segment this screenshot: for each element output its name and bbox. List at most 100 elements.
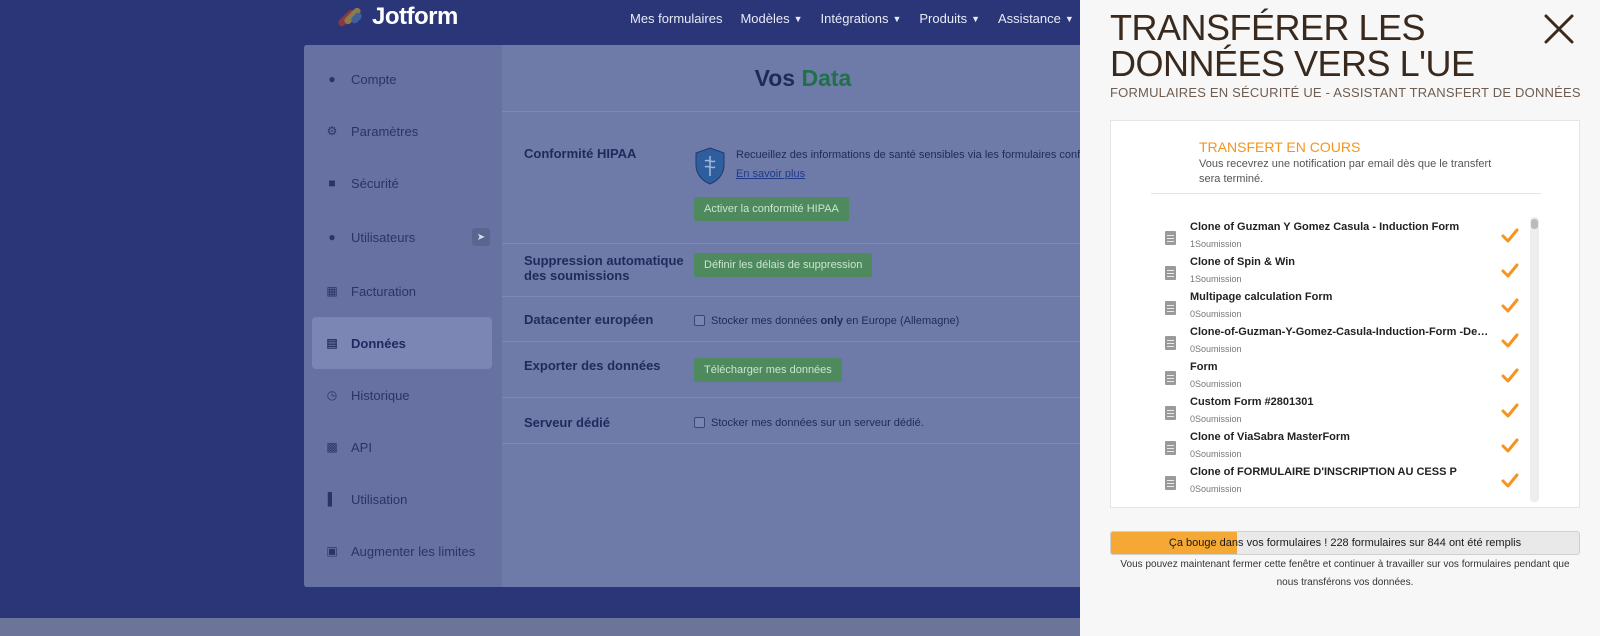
document-icon	[1165, 266, 1176, 280]
nav-label: Intégrations	[820, 11, 889, 26]
hipaa-description: Recueillez des informations de santé sen…	[736, 149, 1081, 161]
list-item: Clone of ViaSabra MasterForm 0Soumission	[1111, 431, 1531, 466]
divider	[502, 397, 1104, 398]
sidebar-item-label: Données	[351, 335, 406, 351]
sidebar-item-account[interactable]: ● Compte	[312, 53, 492, 105]
database-icon: ▤	[326, 336, 338, 350]
sidebar-item-security[interactable]: ■ Sécurité	[312, 157, 492, 209]
sidebar-item-label: Compte	[351, 71, 397, 87]
sidebar-item-upgrade-limits[interactable]: ▣ Augmenter les limites	[312, 525, 492, 577]
jotform-logo[interactable]: Jotform	[336, 3, 458, 31]
checkmark-icon	[1501, 333, 1519, 348]
dedicated-server-text: Stocker mes données sur un serveur dédié…	[711, 417, 924, 429]
document-icon	[1165, 336, 1176, 350]
user-icon: ●	[328, 72, 336, 86]
sidebar-item-label: Historique	[351, 387, 410, 403]
divider	[502, 296, 1104, 297]
forms-list-scrollbar[interactable]	[1530, 217, 1539, 502]
count-unit: Soumission	[1195, 274, 1242, 284]
list-item: Multipage calculation Form 0Soumission	[1111, 291, 1531, 326]
checkmark-icon	[1501, 298, 1519, 313]
document-icon	[1165, 371, 1176, 385]
download-data-button[interactable]: Télécharger mes données	[694, 358, 842, 382]
settings-sidebar: ● Compte ⚙ Paramètres ■ Sécurité ● Utili…	[304, 45, 502, 587]
nav-products[interactable]: Produits ▼	[919, 11, 980, 26]
chevron-down-icon: ▼	[793, 13, 803, 24]
invoice-icon: ▦	[326, 284, 338, 298]
form-submission-count: 1Soumission	[1190, 274, 1242, 284]
divider	[502, 341, 1104, 342]
history-icon: ◷	[326, 388, 338, 402]
count-unit: Soumission	[1195, 239, 1242, 249]
checkmark-icon	[1501, 228, 1519, 243]
rocket-icon: ➤	[472, 228, 490, 246]
sidebar-item-label: API	[351, 439, 372, 455]
nav-support[interactable]: Assistance ▼	[998, 11, 1074, 26]
form-submission-count: 1Soumission	[1190, 239, 1242, 249]
list-item: Clone of FORMULAIRE D'INSCRIPTION AU CES…	[1111, 466, 1531, 501]
sidebar-item-settings[interactable]: ⚙ Paramètres	[312, 105, 492, 157]
eu-datacenter-text: Stocker mes données only en Europe (Alle…	[711, 315, 959, 327]
form-name: Clone of FORMULAIRE D'INSCRIPTION AU CES…	[1190, 466, 1457, 478]
form-submission-count: 0Soumission	[1190, 379, 1242, 389]
page-title: Vos Data	[502, 65, 1104, 92]
nav-integrations[interactable]: Intégrations ▼	[821, 11, 902, 26]
sidebar-item-data[interactable]: ▤ Données	[312, 317, 492, 369]
scrollbar-thumb[interactable]	[1531, 219, 1538, 229]
sidebar-item-label: Facturation	[351, 283, 417, 299]
list-item: Clone of Guzman Y Gomez Casula - Inducti…	[1111, 221, 1531, 256]
export-data-label: Exporter des données	[524, 358, 661, 373]
dedicated-server-checkbox[interactable]	[694, 417, 705, 428]
checkmark-icon	[1501, 473, 1519, 488]
form-submission-count: 0Soumission	[1190, 344, 1242, 354]
list-item: Custom Form #2801301 0Soumission	[1111, 396, 1531, 431]
hipaa-label: Conformité HIPAA	[524, 146, 637, 161]
nav-label: Produits	[919, 11, 968, 26]
list-item: Clone-of-Guzman-Y-Gomez-Casula-Induction…	[1111, 326, 1531, 361]
logo-text: Jotform	[372, 3, 458, 30]
modal-title: TRANSFÉRER LES DONNÉES VERS L'UE	[1110, 7, 1475, 84]
settings-panel: ● Compte ⚙ Paramètres ■ Sécurité ● Utili…	[304, 45, 1104, 587]
document-icon	[1165, 301, 1176, 315]
form-name: Clone of Spin & Win	[1190, 256, 1295, 268]
transfer-status-title: TRANSFERT EN COURS	[1199, 139, 1361, 155]
sidebar-item-users[interactable]: ● Utilisateurs ➤	[312, 211, 492, 263]
list-item: Form 0Soumission	[1111, 361, 1531, 396]
transfer-status-card: TRANSFERT EN COURS Vous recevrez une not…	[1110, 120, 1580, 508]
document-icon	[1165, 476, 1176, 490]
nav-label: Modèles	[740, 11, 790, 26]
form-name: Clone of ViaSabra MasterForm	[1190, 431, 1350, 443]
hipaa-shield-icon	[695, 147, 725, 185]
nav-templates[interactable]: Modèles ▼	[740, 11, 802, 26]
hipaa-learn-more-link[interactable]: En savoir plus	[736, 168, 805, 180]
document-icon	[1165, 441, 1176, 455]
sidebar-item-history[interactable]: ◷ Historique	[312, 369, 492, 421]
close-icon[interactable]	[1542, 12, 1576, 46]
sidebar-item-label: Sécurité	[351, 175, 399, 191]
api-icon: ▩	[326, 440, 338, 454]
sidebar-item-api[interactable]: ▩ API	[312, 421, 492, 473]
form-name: Form	[1190, 361, 1218, 373]
gear-icon: ⚙	[326, 124, 338, 138]
gift-icon: ▣	[326, 544, 338, 558]
nav-my-forms[interactable]: Mes formulaires	[630, 11, 722, 26]
eu-datacenter-label: Datacenter européen	[524, 312, 654, 327]
form-name: Multipage calculation Form	[1190, 291, 1333, 303]
eu-datacenter-checkbox[interactable]	[694, 315, 705, 326]
document-icon	[1165, 406, 1176, 420]
form-name: Clone of Guzman Y Gomez Casula - Inducti…	[1190, 221, 1460, 233]
sidebar-item-billing[interactable]: ▦ Facturation	[312, 265, 492, 317]
modal-subtitle: FORMULAIRES EN SÉCURITÉ UE - ASSISTANT T…	[1110, 85, 1581, 100]
chevron-down-icon: ▼	[971, 13, 981, 24]
count-unit: Soumission	[1195, 449, 1242, 459]
nav-label: Assistance	[998, 11, 1061, 26]
set-deletion-delays-button[interactable]: Définir les délais de suppression	[694, 253, 873, 277]
divider	[502, 443, 1104, 444]
modal-note: Vous pouvez maintenant fermer cette fenê…	[1120, 559, 1570, 588]
eu-datacenter-text-a: Stocker mes données	[711, 315, 818, 327]
sidebar-item-usage[interactable]: ▌ Utilisation	[312, 473, 492, 525]
dedicated-server-label: Serveur dédié	[524, 415, 610, 430]
sidebar-item-label: Utilisateurs	[351, 229, 416, 245]
activate-hipaa-button[interactable]: Activer la conformité HIPAA	[694, 197, 849, 221]
chevron-down-icon: ▼	[1064, 13, 1074, 24]
